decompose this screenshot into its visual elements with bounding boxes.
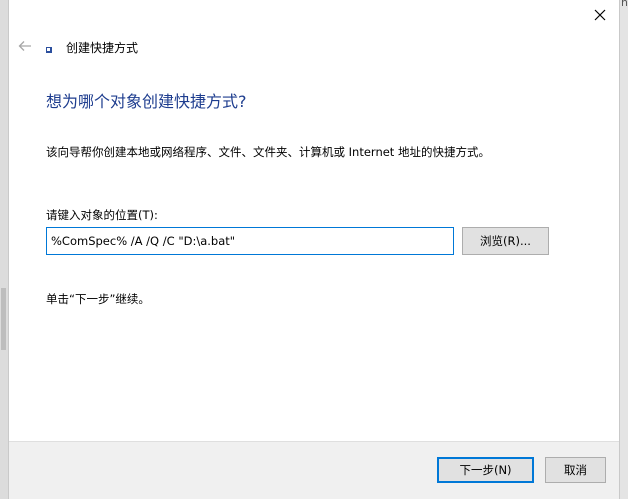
close-icon [594, 9, 606, 21]
browse-button[interactable]: 浏览(R)... [462, 227, 549, 255]
close-button[interactable] [589, 4, 611, 26]
back-button[interactable] [15, 38, 35, 54]
continue-hint: 单击“下一步”继续。 [46, 292, 150, 306]
page-heading: 想为哪个对象创建快捷方式? [46, 92, 247, 111]
cancel-button[interactable]: 取消 [545, 457, 606, 483]
next-button[interactable]: 下一步(N) [437, 457, 534, 483]
wizard-title: 创建快捷方式 [66, 41, 139, 55]
screen: n 创建快捷方式 想为哪个对象创建快捷方式? 该向导帮你创建本地或网络程序、文件… [0, 0, 628, 499]
location-input[interactable] [46, 227, 454, 255]
back-arrow-icon [18, 41, 31, 51]
create-shortcut-dialog: 创建快捷方式 想为哪个对象创建快捷方式? 该向导帮你创建本地或网络程序、文件、文… [8, 0, 620, 499]
location-label: 请键入对象的位置(T): [46, 208, 158, 222]
background-text: n [621, 0, 628, 9]
background-window-left [0, 0, 8, 499]
background-window-right: n [620, 0, 628, 499]
shortcut-icon [46, 47, 52, 53]
wizard-description: 该向导帮你创建本地或网络程序、文件、文件夹、计算机或 Internet 地址的快… [46, 145, 490, 159]
background-scrollbar-thumb [1, 288, 6, 350]
